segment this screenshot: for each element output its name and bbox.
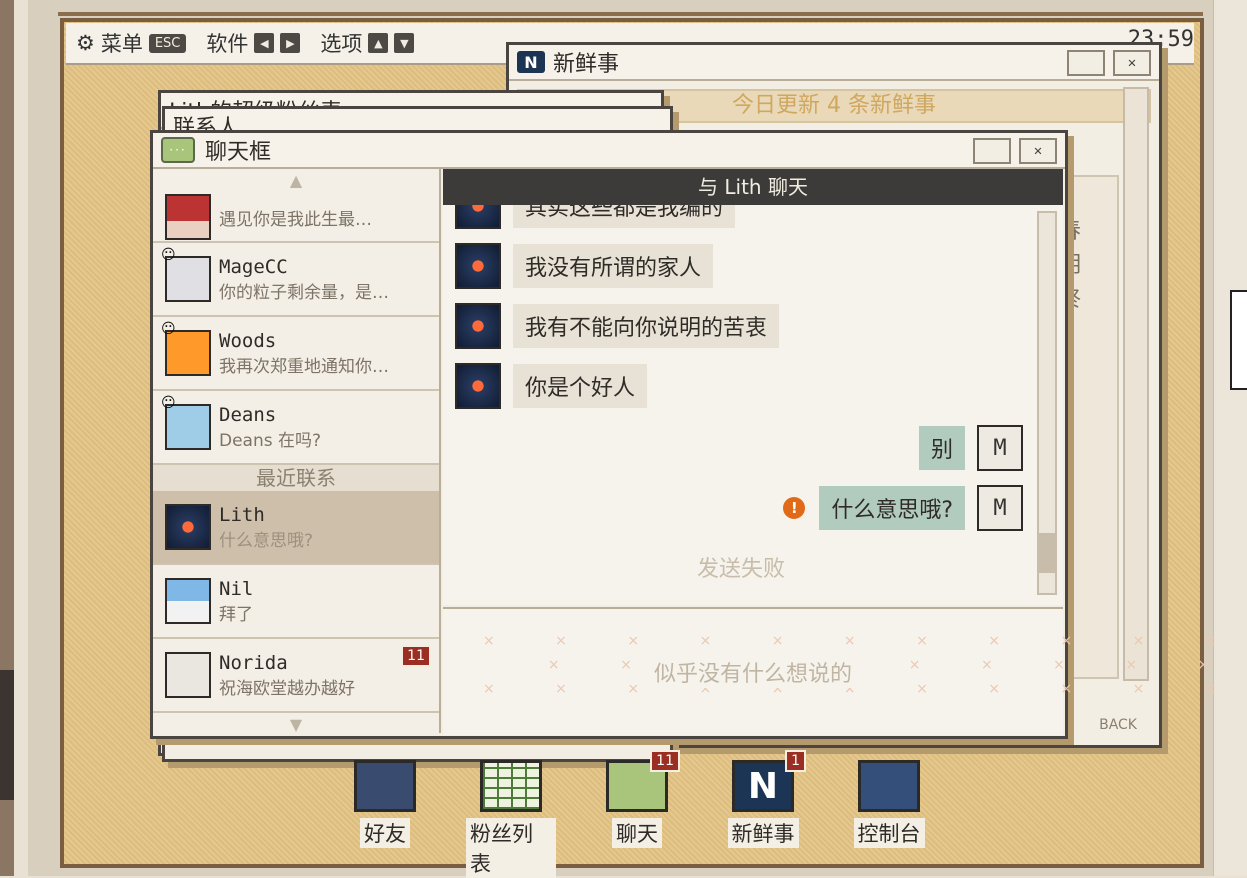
- contact-item-deans[interactable]: 😶 Deans Deans 在吗?: [153, 391, 439, 465]
- scroll-up-icon[interactable]: ▲: [153, 169, 439, 193]
- back-button[interactable]: BACK: [1099, 717, 1137, 733]
- left-arrow-icon[interactable]: ◀: [254, 33, 275, 53]
- message-outgoing: 别 M: [918, 425, 1023, 471]
- news-title: 新鲜事: [553, 52, 620, 77]
- tape: [0, 670, 14, 800]
- options-label: 选项: [320, 32, 363, 56]
- player-avatar-icon: M: [977, 425, 1023, 471]
- chat-window[interactable]: ··· 聊天框 ✕ ▲ 遇见你是我此生最… 😶 MageCC 你的粒子剩余量，是…: [150, 130, 1217, 739]
- right-arrow-icon[interactable]: ▶: [280, 33, 301, 53]
- unread-badge: 1: [785, 750, 806, 772]
- silent-face-icon: 😶: [161, 247, 176, 263]
- contact-item-lith[interactable]: Lith 什么意思哦?: [153, 491, 439, 565]
- contact-item-woods[interactable]: 😶 Woods 我再次郑重地通知你…: [153, 317, 439, 391]
- unread-badge: 11: [401, 645, 431, 667]
- dock-item-console[interactable]: 控制台: [844, 760, 934, 878]
- gear-icon: ⚙: [76, 31, 95, 55]
- software-label: 软件: [206, 32, 249, 56]
- scroll-down-icon[interactable]: ▼: [153, 713, 439, 733]
- news-scrollbar[interactable]: [1123, 87, 1149, 681]
- maximize-button[interactable]: [1067, 50, 1105, 76]
- close-button[interactable]: ✕: [1019, 138, 1057, 164]
- contact-item-magecc[interactable]: 😶 MageCC 你的粒子剩余量，是…: [153, 243, 439, 317]
- menu-button[interactable]: ⚙ 菜单 ESC: [76, 28, 187, 58]
- dock-item-chat[interactable]: 11 聊天: [592, 750, 682, 878]
- close-icon: ✕: [1127, 55, 1137, 71]
- avatar: [165, 578, 211, 624]
- dock-item-fans-list[interactable]: 粉丝列表: [466, 760, 556, 878]
- recent-contacts-header: 最近联系: [153, 465, 439, 491]
- avatar: [455, 303, 501, 349]
- avatar: [455, 243, 501, 289]
- contact-item-norida[interactable]: 11 Norida 祝海欧堂越办越好: [153, 639, 439, 713]
- options-menu[interactable]: 选项 ▲ ▼: [320, 28, 415, 58]
- message-incoming: 我没有所谓的家人: [455, 243, 714, 289]
- up-arrow-icon[interactable]: ▲: [368, 33, 389, 53]
- console-icon: [858, 760, 920, 812]
- contact-item-dom[interactable]: 遇见你是我此生最…: [153, 193, 439, 243]
- desk-left: [0, 0, 14, 876]
- chat-bubble-icon: ···: [161, 137, 195, 163]
- esc-key-hint: ESC: [148, 33, 187, 53]
- unread-badge: 11: [650, 750, 680, 772]
- scroll-thumb[interactable]: [1039, 533, 1055, 573]
- avatar: [165, 504, 211, 550]
- close-button[interactable]: ✕: [1113, 50, 1151, 76]
- dock-item-news[interactable]: 1 N 新鲜事: [718, 750, 808, 878]
- contact-list: ▲ 遇见你是我此生最… 😶 MageCC 你的粒子剩余量，是… 😶 Woods …: [153, 169, 441, 733]
- dock: 好友 粉丝列表 11 聊天 1 N 新鲜事 控制台: [340, 750, 934, 878]
- silent-face-icon: 😶: [161, 321, 176, 337]
- input-hint: 似乎没有什么想说的: [649, 656, 856, 688]
- avatar: [455, 205, 501, 229]
- spreadsheet-icon: [480, 760, 542, 812]
- message-incoming: 其实这些都是我编的: [455, 205, 736, 229]
- desk-right: [1212, 0, 1247, 876]
- message-area: 其实这些都是我编的 我没有所谓的家人 我有不能向你说明的苦衷 你是个好人 别 M…: [443, 205, 1063, 605]
- message-incoming: 你是个好人: [455, 363, 648, 409]
- paper-clip: [1230, 290, 1247, 390]
- silent-face-icon: 😶: [161, 395, 176, 411]
- news-titlebar[interactable]: N 新鲜事: [509, 45, 1159, 81]
- error-icon[interactable]: !: [783, 497, 806, 519]
- software-menu[interactable]: 软件 ◀ ▶: [206, 28, 301, 58]
- message-input-area[interactable]: × × × × × × × × × × × × × × × × × × × × …: [443, 607, 1217, 735]
- menu-label: 菜单: [100, 32, 143, 56]
- news-logo-icon: N: [517, 51, 545, 73]
- avatar: [165, 652, 211, 698]
- chat-header: 与 Lith 聊天: [443, 169, 1063, 205]
- down-arrow-icon[interactable]: ▼: [394, 33, 415, 53]
- chat-title: 聊天框: [205, 140, 272, 165]
- message-scrollbar[interactable]: [1037, 211, 1057, 595]
- contact-item-nil[interactable]: Nil 拜了: [153, 565, 439, 639]
- chat-titlebar[interactable]: ··· 聊天框: [153, 133, 1065, 169]
- close-icon: ✕: [1033, 143, 1043, 159]
- player-avatar-icon: M: [977, 485, 1023, 531]
- maximize-button[interactable]: [973, 138, 1011, 164]
- message-outgoing: ! 什么意思哦? M: [783, 485, 1023, 531]
- avatar: [455, 363, 501, 409]
- dock-item-friends[interactable]: 好友: [340, 760, 430, 878]
- send-failed-notice: 发送失败: [696, 557, 785, 582]
- message-incoming: 我有不能向你说明的苦衷: [455, 303, 780, 349]
- friends-icon: [354, 760, 416, 812]
- avatar: [165, 194, 211, 240]
